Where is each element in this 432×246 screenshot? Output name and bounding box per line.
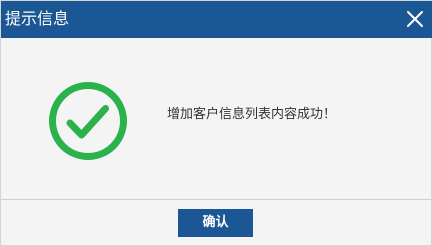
close-button[interactable] [404,8,426,30]
confirm-button[interactable]: 确认 [178,209,253,237]
dialog-titlebar: 提示信息 [1,1,432,38]
dialog-content: 增加客户信息列表内容成功！ [1,38,432,199]
message-dialog: 提示信息 增加客户信息列表内容成功！ 确认 [0,0,432,246]
close-icon [407,11,423,27]
success-check-icon [47,80,129,162]
dialog-title: 提示信息 [5,9,70,28]
dialog-message: 增加客户信息列表内容成功！ [167,107,337,122]
dialog-footer: 确认 [1,200,432,246]
